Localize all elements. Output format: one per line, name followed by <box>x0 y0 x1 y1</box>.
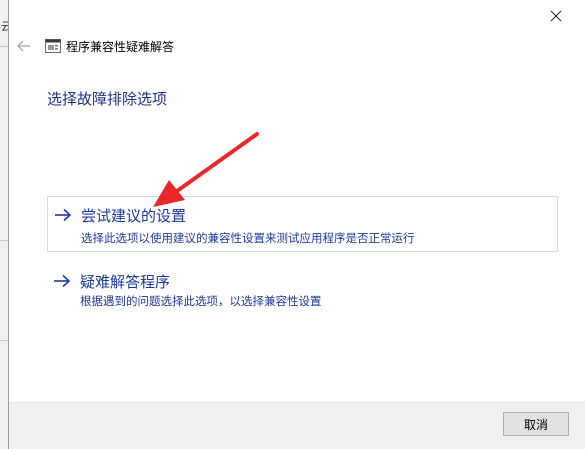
back-arrow-icon <box>17 40 30 52</box>
option-description: 选择此选项以使用建议的兼容性设置来测试应用程序是否正常运行 <box>81 231 415 245</box>
option-title: 疑难解答程序 <box>80 273 171 291</box>
option-troubleshoot-program[interactable]: 疑难解答程序 根据遇到的问题选择此选项，以选择兼容性设置 <box>47 266 558 316</box>
back-button[interactable] <box>15 38 33 54</box>
arrow-right-icon <box>54 274 71 288</box>
troubleshooter-dialog: 程序兼容性疑难解答 选择故障排除选项 尝试建议的设置 选择此选项以使用建议的兼容… <box>8 0 585 449</box>
background-divider <box>0 240 8 241</box>
option-title: 尝试建议的设置 <box>81 207 187 225</box>
page-heading: 选择故障排除选项 <box>47 90 168 108</box>
option-description: 根据遇到的问题选择此选项，以选择兼容性设置 <box>80 294 322 308</box>
option-try-recommended-settings[interactable]: 尝试建议的设置 选择此选项以使用建议的兼容性设置来测试应用程序是否正常运行 <box>47 196 558 252</box>
background-divider <box>0 46 8 47</box>
window-title: 程序兼容性疑难解答 <box>66 40 175 54</box>
dialog-footer: 取消 <box>9 402 585 449</box>
cancel-button[interactable]: 取消 <box>503 412 569 436</box>
screen: 云 程序兼容性疑难解答 选择故障排除选项 尝试建议的设置 选择此选项以使用建议的… <box>0 0 585 449</box>
arrow-right-icon <box>55 208 72 222</box>
close-button[interactable] <box>539 2 573 30</box>
compatibility-troubleshooter-icon <box>45 39 61 53</box>
background-divider <box>0 340 8 341</box>
close-icon <box>550 10 562 22</box>
